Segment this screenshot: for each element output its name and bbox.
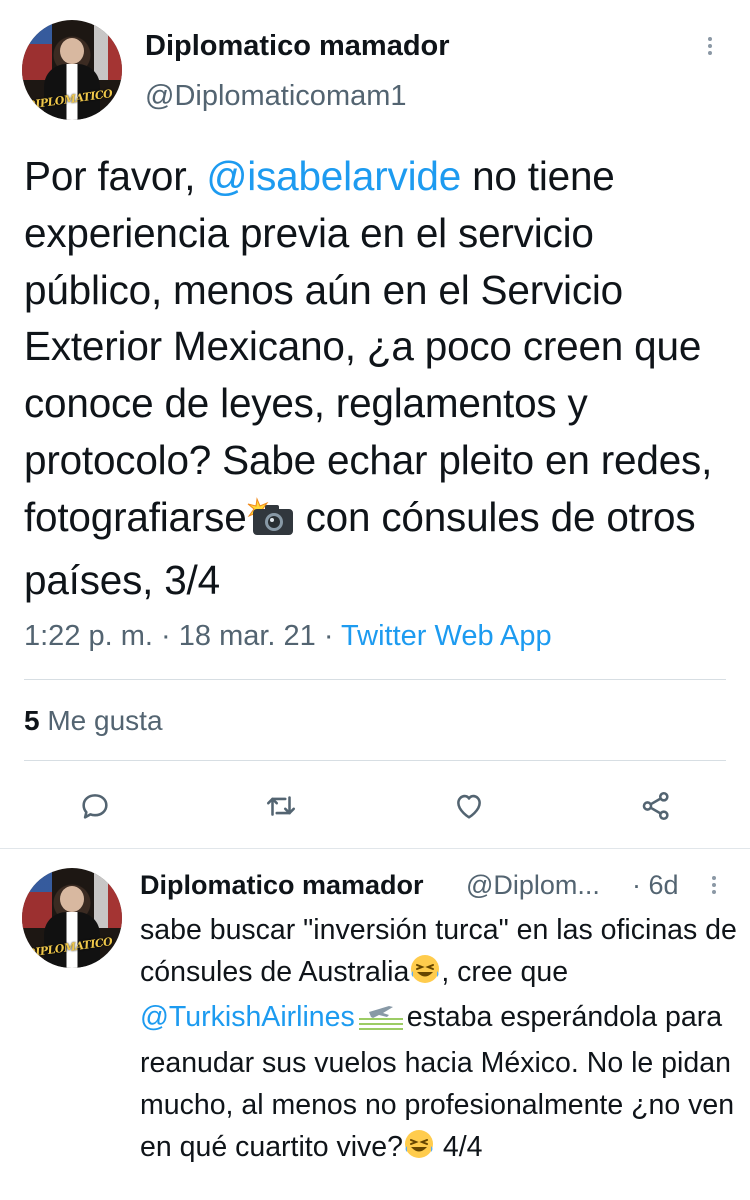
reply-time[interactable]: · 6d [632,870,679,901]
divider [0,848,750,849]
meta-separator: · [315,620,342,652]
reply-button[interactable] [71,782,119,830]
reply-more-options-icon[interactable] [712,873,716,897]
tweet-text-part: Por favor, [24,153,207,199]
share-icon [642,791,669,821]
reply-author-handle[interactable]: @Diplom... [466,870,600,901]
share-button[interactable] [632,782,680,830]
author-handle[interactable]: @Diplomaticomam1 [145,80,407,113]
mention-link[interactable]: @TurkishAirlines [140,1001,355,1033]
action-bar [0,782,750,830]
avatar-flag-left [22,20,52,80]
reply-avatar[interactable]: DIPLOMATICO [22,868,122,968]
likes-number: 5 [24,705,40,736]
rolling-laughing-emoji-icon [409,953,441,998]
reply-author-name[interactable]: Diplomatico mamador [140,870,424,901]
like-button[interactable] [445,782,493,830]
divider [24,760,726,761]
avatar-head [60,38,84,64]
reply-icon [82,794,108,819]
avatar-flag-right [94,873,122,928]
reply-text-part: , cree que [441,955,569,988]
avatar[interactable]: DIPLOMATICO [22,20,122,120]
reply-text-part: 4/4 [435,1130,483,1163]
likes-count[interactable]: 5 Me gusta [24,705,163,737]
tweet-source-link[interactable]: Twitter Web App [341,620,552,652]
retweet-icon [266,796,296,816]
meta-separator: · [152,620,179,652]
tweet-meta: 1:22 p. m. · 18 mar. 21 · Twitter Web Ap… [24,620,552,653]
retweet-button[interactable] [257,782,305,830]
avatar-head [60,886,84,912]
divider [24,679,726,680]
tweet-date[interactable]: 18 mar. 21 [179,620,316,652]
avatar-flag-right [94,25,122,80]
more-options-icon[interactable] [708,34,712,58]
tweet-text: Por favor, @isabelarvide no tiene experi… [24,148,734,608]
tweet-time[interactable]: 1:22 p. m. [24,620,153,652]
avatar-flag-left [22,868,52,928]
camera-flash-emoji-icon [247,495,295,552]
airplane-emoji-icon [358,1000,403,1043]
likes-label: Me gusta [39,705,163,736]
like-icon [457,794,481,819]
author-name[interactable]: Diplomatico mamador [145,30,450,63]
mention-link[interactable]: @isabelarvide [206,153,461,199]
rolling-laughing-emoji-icon [403,1128,435,1173]
tweet-text-part: no tiene experiencia previa en el servic… [24,153,713,540]
reply-text: sabe buscar "inversión turca" en las ofi… [140,910,740,1172]
